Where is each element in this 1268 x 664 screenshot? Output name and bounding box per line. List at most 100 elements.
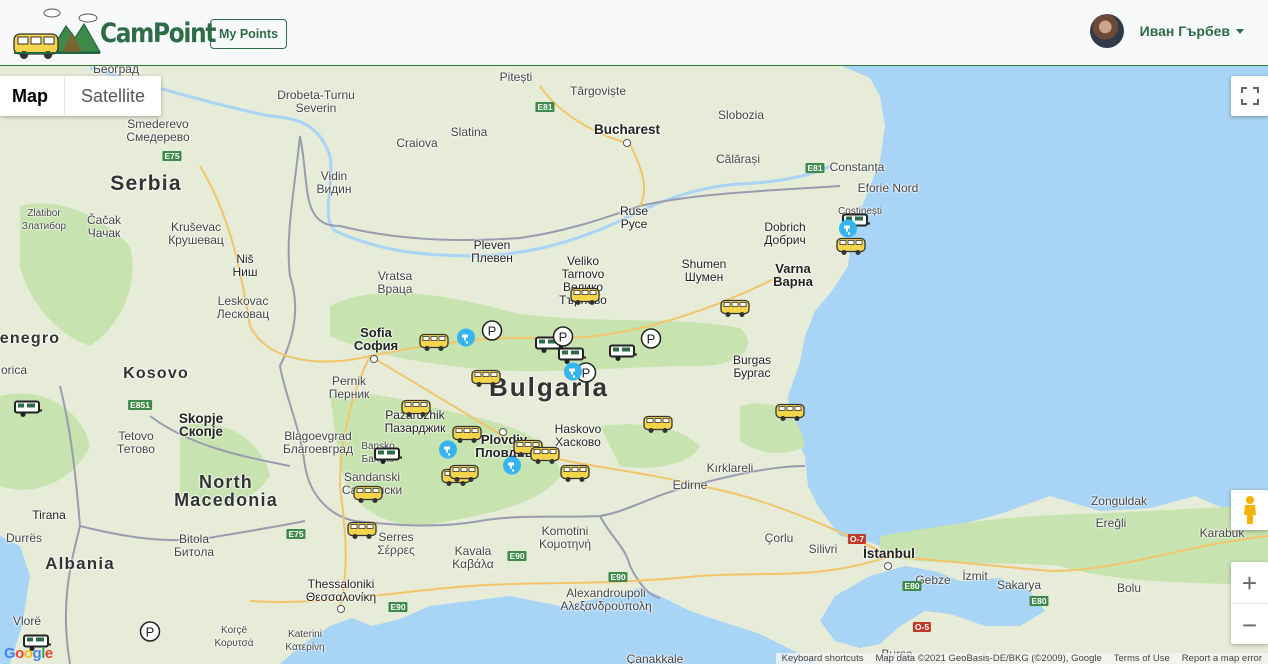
place-label-ruse: Ruse Русе: [619, 204, 649, 231]
place-label-cacak: Čačak Чачак: [86, 213, 122, 240]
campoint-logo-icon: [13, 8, 102, 59]
road-shield: E75: [162, 151, 182, 161]
city-dot-sofia: [370, 355, 378, 363]
caravan-icon[interactable]: [14, 400, 42, 423]
place-label-silivri: Silivri: [808, 542, 838, 556]
place-label-vratsa: Vratsa Враца: [377, 269, 413, 296]
fullscreen-icon: [1240, 87, 1259, 105]
parking-icon[interactable]: P: [139, 621, 161, 648]
city-dot-bucharest: [623, 139, 631, 147]
city-dot-thessaloniki: [337, 605, 345, 613]
place-label-calarasi: Călărași: [715, 152, 761, 166]
camper-van-icon[interactable]: [401, 398, 431, 423]
caravan-icon[interactable]: [609, 344, 637, 367]
place-label-slatina: Slatina: [450, 125, 488, 139]
city-dot-plovdiv: [499, 428, 507, 436]
map-canvas[interactable]: Serbia Bulgaria Kosovo North Macedonia A…: [0, 66, 1268, 664]
brand-name: CamPoint: [100, 17, 216, 49]
avatar: [1089, 14, 1124, 48]
place-label-craiova: Craiova: [396, 136, 438, 150]
user-menu-toggle[interactable]: Иван Гърбев: [1089, 14, 1244, 48]
country-label-albania: Albania: [45, 554, 115, 573]
camper-van-icon[interactable]: [353, 484, 383, 509]
place-label-serres: Serres Σέρρες: [377, 530, 415, 557]
place-label-eforie: Eforie Nord: [857, 181, 919, 195]
place-label-bitola: Bitola Битола: [173, 532, 215, 559]
place-label-pleven: Pleven Плевен: [471, 238, 513, 265]
my-points-button[interactable]: My Points: [210, 19, 288, 49]
place-label-tirana: Tirana: [32, 508, 66, 522]
water-tap-icon[interactable]: [502, 456, 522, 481]
road-shield: E75: [286, 529, 306, 539]
zoom-in-button[interactable]: +: [1231, 562, 1268, 604]
street-view-pegman-button[interactable]: [1231, 490, 1268, 530]
camper-van-icon[interactable]: [560, 463, 590, 488]
map-attribution: Keyboard shortcuts Map data ©2021 GeoBas…: [775, 653, 1268, 664]
zoom-out-button[interactable]: −: [1231, 604, 1268, 645]
map-type-satellite-button[interactable]: Satellite: [65, 76, 161, 116]
city-dot-istanbul: [884, 562, 892, 570]
road-shield: E80: [902, 581, 922, 591]
plus-icon: +: [1241, 567, 1258, 598]
navbar: CamPoint My Points Иван Гърбев: [0, 0, 1268, 66]
caravan-icon[interactable]: [374, 447, 402, 470]
user-name: Иван Гърбев: [1139, 23, 1230, 39]
road-shield: E90: [507, 551, 527, 561]
camper-van-icon[interactable]: [419, 332, 449, 357]
keyboard-shortcuts-link[interactable]: Keyboard shortcuts: [776, 653, 870, 664]
country-label-kosovo: Kosovo: [123, 365, 189, 382]
place-label-eregli: Ereğli: [1095, 516, 1127, 530]
road-shield: E81: [805, 163, 825, 173]
water-tap-icon[interactable]: [838, 219, 858, 244]
svg-text:P: P: [488, 324, 497, 339]
fullscreen-button[interactable]: [1231, 76, 1268, 116]
place-label-slobozia: Slobozia: [717, 108, 765, 122]
map-type-map-button[interactable]: Map: [0, 76, 65, 116]
road-shield: O-5: [912, 622, 932, 632]
place-label-smederevo: Smederevo Смедерево: [126, 117, 190, 144]
water-tap-icon[interactable]: [438, 440, 458, 465]
map-data-text: Map data ©2021 GeoBasis-DE/BKG (©2009), …: [875, 653, 1102, 664]
google-logo[interactable]: Google: [4, 645, 53, 662]
place-label-vlore: Vlorë: [12, 614, 42, 628]
place-label-sofia: Sofia София: [353, 325, 399, 353]
place-label-bolu: Bolu: [1116, 581, 1142, 595]
road-shield: E90: [608, 572, 628, 582]
camper-van-icon[interactable]: [643, 414, 673, 439]
place-label-canakkale: Çanakkale: [626, 652, 684, 664]
country-label-montenegro: enegro: [0, 330, 61, 347]
place-label-burgas: Burgas Бургас: [732, 353, 772, 380]
place-label-corlu: Çorlu: [764, 531, 794, 545]
camper-van-icon[interactable]: [471, 368, 501, 393]
parking-icon[interactable]: P: [481, 320, 503, 347]
place-label-blagoevgrad: Blagoevgrad Благоевград: [283, 429, 353, 456]
minus-icon: −: [1241, 609, 1258, 640]
camper-van-icon[interactable]: [530, 445, 560, 470]
parking-icon[interactable]: P: [640, 328, 662, 355]
place-label-zlatibor: Zlatibor Златибор: [21, 208, 67, 232]
place-label-korce: Korçë Κορυτσά: [214, 625, 254, 649]
place-label-haskovo: Haskovo Хасково: [554, 422, 602, 449]
camper-van-icon[interactable]: [570, 286, 600, 311]
place-label-pitesti: Pitești: [499, 70, 533, 84]
map-type-control: Map Satellite: [0, 76, 162, 116]
camper-van-icon[interactable]: [449, 463, 479, 488]
place-label-shumen: Shumen Шумен: [681, 257, 727, 284]
place-label-durres: Durrës: [5, 531, 43, 545]
terms-link[interactable]: Terms of Use: [1108, 653, 1176, 664]
place-label-thessaloniki: Thessaloniki Θεσσαλονίκη: [305, 577, 377, 604]
camper-van-icon[interactable]: [347, 520, 377, 545]
place-label-zonguldak: Zonguldak: [1090, 494, 1148, 508]
camper-van-icon[interactable]: [720, 298, 750, 323]
camper-van-icon[interactable]: [775, 402, 805, 427]
water-tap-icon[interactable]: [563, 362, 583, 387]
water-tap-icon[interactable]: [456, 328, 476, 353]
place-label-komotini: Komotini Κομοτηνή: [538, 524, 592, 551]
zoom-control: + −: [1231, 562, 1268, 644]
brand-logo-link[interactable]: CamPoint: [12, 4, 234, 62]
place-label-constanta: Constanța: [829, 160, 885, 174]
place-label-tetovo: Tetovo Тетово: [117, 429, 155, 456]
parking-icon[interactable]: P: [552, 326, 574, 353]
caret-down-icon: [1236, 28, 1244, 34]
report-map-error-link[interactable]: Report a map error: [1176, 653, 1268, 664]
